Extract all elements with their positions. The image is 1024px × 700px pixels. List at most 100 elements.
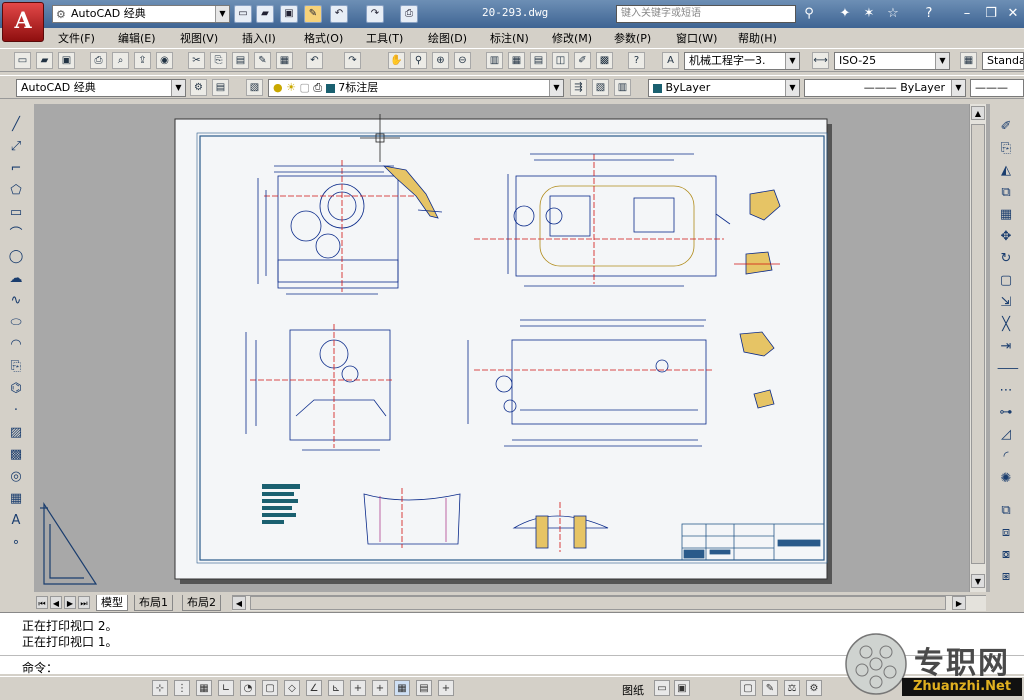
rectangle-icon[interactable]: ▭	[7, 204, 25, 222]
workspace-combo[interactable]: ⚙ AutoCAD 经典 ▼	[52, 5, 230, 23]
3d-object-snap-icon[interactable]: ◇	[284, 680, 300, 696]
layer-properties-icon[interactable]: ▧	[246, 79, 263, 96]
scale-icon[interactable]: ▢	[997, 272, 1015, 290]
menu-help[interactable]: 帮助(H)	[738, 30, 777, 46]
ortho-mode-icon[interactable]: ∟	[218, 680, 234, 696]
layer-state-icon[interactable]: ▥	[614, 79, 631, 96]
pan-icon[interactable]: ✋	[388, 52, 405, 69]
polyline-icon[interactable]: ⌐	[7, 160, 25, 178]
break-at-point-icon[interactable]: ⸺	[997, 360, 1019, 378]
menu-view[interactable]: 视图(V)	[180, 30, 218, 46]
chevron-down-icon[interactable]: ▼	[785, 53, 799, 69]
horizontal-scroll-thumb[interactable]	[250, 596, 946, 610]
close-icon[interactable]: ✕	[1004, 5, 1022, 23]
help-icon[interactable]: ?	[628, 52, 645, 69]
dim-style-icon[interactable]: ⟷	[812, 52, 829, 69]
transparency-icon[interactable]: ▦	[394, 680, 410, 696]
multiline-text-icon[interactable]: A	[7, 512, 25, 530]
chevron-down-icon[interactable]: ▼	[785, 80, 799, 96]
new-icon[interactable]: ▭	[234, 5, 252, 23]
line-icon[interactable]: ╱	[7, 116, 25, 134]
application-menu-button[interactable]: A	[2, 2, 44, 42]
plot-preview-icon[interactable]: ⌕	[112, 52, 129, 69]
trim-icon[interactable]: ╳	[997, 316, 1015, 334]
table-style-combo[interactable]: Standa	[982, 52, 1024, 70]
make-current-icon[interactable]: ⇶	[570, 79, 587, 96]
zoom-realtime-icon[interactable]: ⚲	[410, 52, 427, 69]
workspace-toolbar-combo[interactable]: AutoCAD 经典 ▼	[16, 79, 186, 97]
communication-icon[interactable]: ✶	[860, 5, 878, 23]
annotation-scale-icon[interactable]: ✎	[762, 680, 778, 696]
text-style-combo[interactable]: 机械工程字一3. ▼	[684, 52, 800, 70]
mirror-icon[interactable]: ◭	[997, 162, 1015, 180]
dim-style-combo[interactable]: ISO-25 ▼	[834, 52, 950, 70]
ellipse-arc-icon[interactable]: ◠	[7, 336, 25, 354]
lineweight-combo[interactable]: ———	[970, 79, 1024, 97]
drawing-area[interactable]	[34, 104, 990, 592]
chevron-down-icon[interactable]: ▼	[215, 6, 229, 22]
zoom-previous-icon[interactable]: ⊖	[454, 52, 471, 69]
polar-tracking-icon[interactable]: ◔	[240, 680, 256, 696]
quick-view-drawings-icon[interactable]: ▣	[674, 680, 690, 696]
save-icon[interactable]: ▣	[58, 52, 75, 69]
publish-icon[interactable]: ⇪	[134, 52, 151, 69]
first-tab-icon[interactable]: ⏮	[36, 596, 48, 609]
properties-icon[interactable]: ▥	[486, 52, 503, 69]
menu-insert[interactable]: 插入(I)	[242, 30, 276, 46]
menu-dimension[interactable]: 标注(N)	[490, 30, 529, 46]
copy-object-icon[interactable]: ⎘	[997, 140, 1015, 158]
scroll-up-icon[interactable]: ▲	[971, 106, 985, 120]
scroll-down-icon[interactable]: ▼	[971, 574, 985, 588]
maximize-viewport-icon[interactable]: ▢	[740, 680, 756, 696]
break-icon[interactable]: ⋯	[997, 382, 1015, 400]
command-prompt[interactable]: 命令：	[22, 659, 58, 676]
workspace-switching-icon[interactable]: ⚙	[806, 680, 822, 696]
construction-line-icon[interactable]: ⤢	[7, 138, 25, 156]
quick-view-layouts-icon[interactable]: ▭	[654, 680, 670, 696]
linetype-combo[interactable]: ——— ByLayer ▼	[804, 79, 966, 97]
table-style-icon[interactable]: ▦	[960, 52, 977, 69]
undo-icon[interactable]: ↶	[330, 5, 348, 23]
insert-block-icon[interactable]: ⎘	[7, 358, 25, 376]
cut-icon[interactable]: ✂	[188, 52, 205, 69]
tab-layout1[interactable]: 布局1	[134, 595, 173, 611]
scroll-right-icon[interactable]: ▶	[952, 596, 966, 610]
next-tab-icon[interactable]: ▶	[64, 596, 76, 609]
move-icon[interactable]: ✥	[997, 228, 1015, 246]
color-combo[interactable]: ByLayer ▼	[648, 79, 800, 97]
offset-icon[interactable]: ⧉	[997, 184, 1015, 202]
selection-cycling-icon[interactable]: +	[438, 680, 454, 696]
send-to-back-icon[interactable]: ⧇	[997, 546, 1015, 564]
chevron-down-icon[interactable]: ▼	[549, 80, 563, 96]
polygon-icon[interactable]: ⬠	[7, 182, 25, 200]
new-icon[interactable]: ▭	[14, 52, 31, 69]
object-snap-icon[interactable]: ▢	[262, 680, 278, 696]
search-input[interactable]: 键入关键字或短语	[616, 5, 796, 23]
star-icon[interactable]: ☆	[884, 5, 902, 23]
menu-edit[interactable]: 编辑(E)	[118, 30, 156, 46]
open-icon[interactable]: ▰	[36, 52, 53, 69]
spline-icon[interactable]: ∿	[7, 292, 25, 310]
undo-icon[interactable]: ↶	[306, 52, 323, 69]
draw-order-icon[interactable]: ⧉	[997, 502, 1015, 520]
join-icon[interactable]: ⊶	[997, 404, 1015, 422]
dynamic-ucs-icon[interactable]: ⊾	[328, 680, 344, 696]
circle-icon[interactable]: ◯	[7, 248, 25, 266]
object-snap-tracking-icon[interactable]: ∠	[306, 680, 322, 696]
fillet-icon[interactable]: ◜	[997, 448, 1015, 466]
redo-icon[interactable]: ↷	[366, 5, 384, 23]
chevron-down-icon[interactable]: ▼	[935, 53, 949, 69]
menu-draw[interactable]: 绘图(D)	[428, 30, 467, 46]
wrench-icon[interactable]: ✦	[836, 5, 854, 23]
make-block-icon[interactable]: ⌬	[7, 380, 25, 398]
array-icon[interactable]: ▦	[997, 206, 1015, 224]
open-icon[interactable]: ▰	[256, 5, 274, 23]
table-icon[interactable]: ▦	[7, 490, 25, 508]
scroll-left-icon[interactable]: ◀	[232, 596, 246, 610]
layer-previous-icon[interactable]: ▧	[592, 79, 609, 96]
erase-icon[interactable]: ✐	[997, 118, 1015, 136]
vertical-scrollbar[interactable]: ▲ ▼	[969, 104, 986, 592]
region-icon[interactable]: ◎	[7, 468, 25, 486]
point-icon[interactable]: ·	[7, 402, 25, 420]
tab-model[interactable]: 模型	[96, 595, 128, 611]
